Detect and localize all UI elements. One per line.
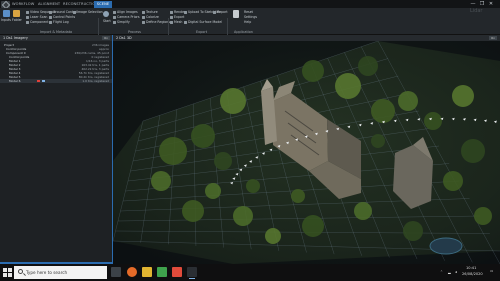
texture-button[interactable]: Texture (142, 10, 158, 14)
ribbon-divider (98, 18, 99, 36)
simplify-button[interactable]: Simplify (113, 20, 130, 24)
tab-reconstruction[interactable]: RECONSTRUCTION (63, 1, 98, 8)
tree-canopy (398, 91, 418, 111)
model-color-swatch[interactable] (37, 79, 40, 83)
laser-scan-button[interactable]: Laser Scan (26, 15, 47, 19)
volume-icon[interactable]: ◂ (455, 270, 457, 274)
tree-canopy (233, 206, 253, 226)
tree-canopy (371, 134, 385, 148)
colorize-button[interactable]: Colorize (142, 15, 159, 19)
start-button[interactable]: Start (103, 19, 111, 23)
tree-canopy (371, 99, 395, 123)
inputs-icon[interactable] (3, 10, 10, 17)
start-icon[interactable] (103, 11, 109, 17)
tree-canopy (424, 112, 442, 130)
pond (429, 237, 463, 255)
watermark-logo: Lidar (470, 8, 483, 14)
panel-title: 1 Ds1 Imagery (0, 35, 112, 41)
export-button[interactable]: Export (170, 15, 184, 19)
maps-icon[interactable] (157, 267, 167, 277)
report-button[interactable]: Report (213, 10, 228, 14)
search-icon (18, 269, 23, 274)
folder-icon[interactable] (13, 10, 20, 17)
taskbar-search-box[interactable]: Type here to search (14, 266, 107, 279)
group-label-import: Import & Metadata (40, 30, 73, 34)
reality-capture-taskbar-icon[interactable] (187, 267, 197, 279)
tree-canopy (302, 215, 324, 237)
help-button[interactable]: Help (244, 20, 251, 24)
tray-chevron-icon[interactable]: ⌃ (440, 270, 443, 274)
title-bar: WORKFLOW ALIGNMENT RECONSTRUCTION SCENE … (0, 0, 500, 8)
tree-canopy (443, 171, 463, 191)
tree-canopy (403, 221, 423, 241)
define-regions-button[interactable]: Define Regions (142, 20, 170, 24)
reset-button[interactable]: Reset (244, 10, 253, 14)
model-visibility-icon[interactable] (42, 79, 45, 83)
group-label-application: Application (234, 30, 253, 34)
tree-canopy (474, 207, 492, 225)
camera-priors-button[interactable]: Camera Priors (113, 15, 140, 19)
tab-alignment[interactable]: ALIGNMENT (38, 1, 60, 8)
folder-button[interactable]: Folder (12, 18, 22, 22)
tree-canopy (151, 171, 171, 191)
task-view-icon[interactable] (111, 267, 121, 277)
group-label-process: Process (128, 30, 141, 34)
project-tree-panel: 1 Ds1 Imagery On Project 236 images Cont… (0, 35, 113, 264)
tab-workflow[interactable]: WORKFLOW (12, 1, 34, 8)
component-button[interactable]: Component (26, 20, 49, 24)
settings-button[interactable]: Settings (244, 15, 257, 19)
tree-row-model-selected[interactable]: Model 6 1.0 tris, registered (0, 79, 112, 83)
tree-canopy (461, 139, 485, 163)
tree-canopy (159, 137, 187, 165)
tree-canopy (302, 60, 324, 82)
notification-icon[interactable]: ▭ (490, 269, 493, 273)
close-icon[interactable]: ✕ (488, 1, 494, 7)
maximize-icon[interactable]: ❐ (479, 1, 485, 7)
firefox-icon[interactable] (127, 267, 137, 277)
ribbon: Inputs Folder Video Sequence Laser Scan … (0, 8, 500, 36)
file-explorer-icon[interactable] (142, 267, 152, 277)
flight-log-button[interactable]: Flight Log (49, 20, 69, 24)
tree-canopy (182, 200, 204, 222)
tree-canopy (214, 152, 232, 170)
network-icon[interactable]: ▂ (448, 270, 451, 274)
search-placeholder: Type here to search (26, 270, 68, 275)
tree-canopy (205, 183, 221, 199)
panel-toggle-button[interactable]: On (102, 36, 110, 40)
digital-surface-model-button[interactable]: Digital Surface Model (184, 20, 222, 24)
system-tray: ⌃ ▂ ◂ 10:41 26/08/2020 ▭ (438, 264, 498, 281)
tree-canopy (335, 73, 361, 99)
tree-canopy (191, 124, 215, 148)
report-icon[interactable] (233, 10, 239, 18)
tree-canopy (358, 56, 378, 76)
viewport-toggle-button[interactable]: On (489, 36, 497, 40)
align-images-button[interactable]: Align Images (113, 10, 138, 14)
ribbon-divider (168, 18, 169, 36)
clock-time[interactable]: 10:41 (466, 266, 476, 270)
viewport-3d[interactable]: 2 Ds1 3D On (113, 35, 500, 264)
ribbon-divider (227, 18, 228, 36)
window-controls: — ❐ ✕ (470, 0, 498, 8)
tree-canopy (452, 85, 474, 107)
tree-canopy (265, 228, 281, 244)
tree-canopy (354, 202, 372, 220)
minimize-icon[interactable]: — (470, 1, 476, 7)
image-selection-button[interactable]: Image Selection (73, 10, 103, 14)
clock-date[interactable]: 26/08/2020 (462, 272, 483, 276)
windows-start-button[interactable] (3, 268, 12, 277)
tree-canopy (291, 189, 305, 203)
store-icon[interactable] (172, 267, 182, 277)
taskbar: Type here to search ⌃ ▂ ◂ 10:41 26/08/20… (0, 264, 500, 281)
mesh-button[interactable]: Mesh (170, 20, 182, 24)
tab-scene[interactable]: SCENE (94, 1, 112, 8)
scene-canvas[interactable] (113, 41, 500, 264)
group-label-export: Export (196, 30, 208, 34)
control-points-button[interactable]: Control Points (49, 15, 75, 19)
app-logo-icon[interactable] (1, 1, 10, 8)
inputs-button[interactable]: Inputs (1, 18, 11, 22)
tree-canopy (220, 88, 246, 114)
tree-canopy (246, 179, 260, 193)
